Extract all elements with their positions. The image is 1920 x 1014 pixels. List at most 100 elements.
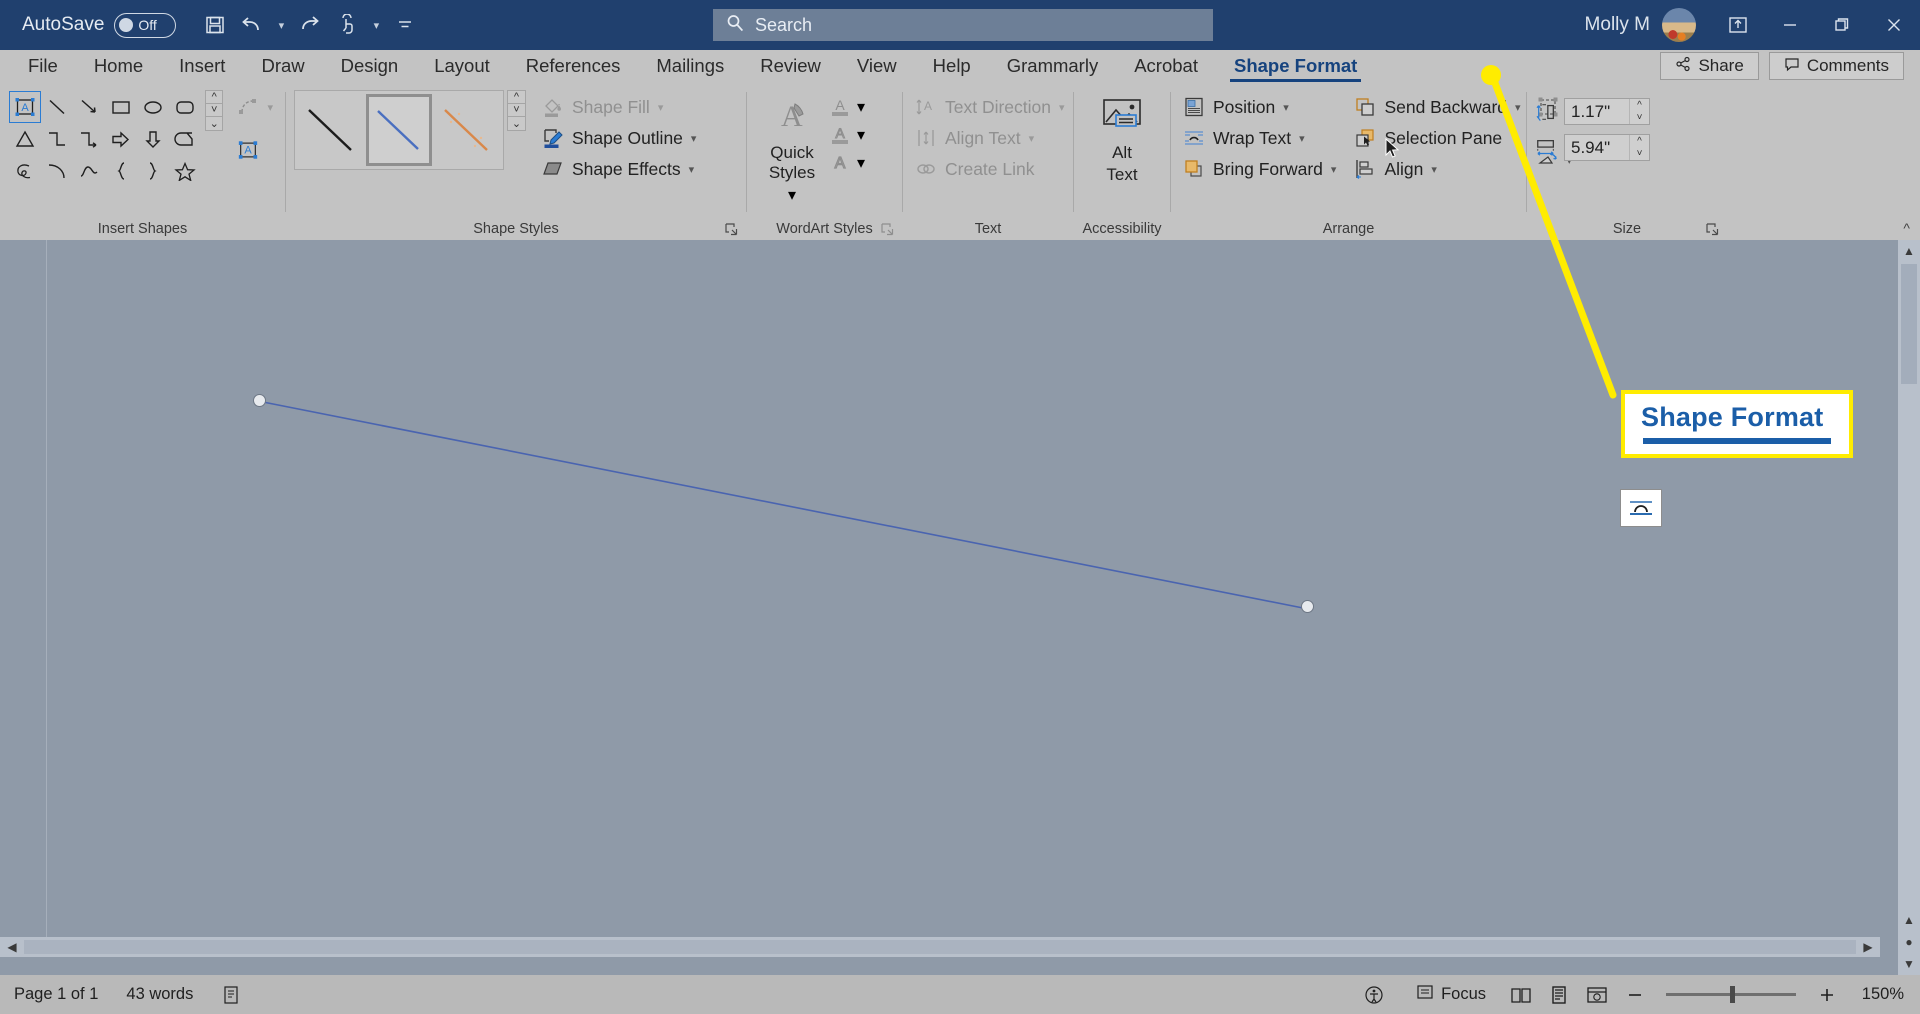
vscroll-up-icon[interactable]: ▲	[1903, 240, 1915, 262]
text-fill-button[interactable]: A ▾	[829, 96, 865, 118]
style-orange-line-preset[interactable]	[434, 94, 500, 166]
tab-draw[interactable]: Draw	[243, 50, 322, 82]
web-layout-icon[interactable]	[1580, 981, 1614, 1009]
bring-forward-caret-icon[interactable]: ▾	[1331, 163, 1337, 176]
zoom-slider-thumb[interactable]	[1730, 986, 1735, 1003]
shape-width-stepper[interactable]: ^ ˅	[1629, 135, 1649, 160]
scribble-shape-icon[interactable]	[10, 156, 40, 186]
rounded-rectangle-shape-icon[interactable]	[170, 92, 200, 122]
wrap-text-caret-icon[interactable]: ▾	[1299, 132, 1305, 145]
zoom-slider[interactable]	[1666, 986, 1796, 1003]
word-count[interactable]: 43 words	[112, 985, 207, 1004]
tab-grammarly[interactable]: Grammarly	[989, 50, 1116, 82]
text-direction-button[interactable]: A Text Direction ▾	[911, 94, 1069, 120]
tab-acrobat[interactable]: Acrobat	[1116, 50, 1216, 82]
tab-home[interactable]: Home	[76, 50, 161, 82]
shape-height-input[interactable]: 1.17" ^ ˅	[1564, 98, 1650, 125]
vscroll-next-page-icon[interactable]: ▼	[1903, 953, 1915, 975]
proofing-errors-icon[interactable]	[207, 985, 255, 1005]
tab-insert[interactable]: Insert	[161, 50, 243, 82]
redo-icon[interactable]	[293, 8, 327, 42]
quick-styles-button[interactable]: A Quick Styles ▾	[755, 90, 829, 205]
elbow-connector-shape-icon[interactable]	[42, 124, 72, 154]
draw-text-box-button[interactable]: A	[233, 137, 277, 163]
triangle-shape-icon[interactable]	[10, 124, 40, 154]
share-button[interactable]: Share	[1660, 52, 1759, 80]
focus-button[interactable]: Focus	[1402, 983, 1500, 1006]
shape-effects-button[interactable]: Shape Effects ▾	[538, 156, 700, 182]
star-shape-icon[interactable]	[170, 156, 200, 186]
page-indicator[interactable]: Page 1 of 1	[0, 985, 112, 1004]
align-text-button[interactable]: Align Text ▾	[911, 125, 1069, 151]
edit-shape-caret-icon[interactable]: ▾	[267, 101, 273, 114]
rectangle-shape-icon[interactable]	[106, 92, 136, 122]
zoom-in-button[interactable]	[1810, 981, 1844, 1009]
shapes-gallery-scroll[interactable]: ^ ˅ ⌄	[205, 90, 224, 131]
shape-outline-caret-icon[interactable]: ▾	[691, 132, 697, 145]
vertical-scrollbar[interactable]: ▲ ▲ ● ▼	[1898, 240, 1920, 975]
text-outline-button[interactable]: A ▾	[829, 124, 865, 146]
quick-styles-caret-icon[interactable]: ▾	[788, 185, 796, 205]
account-name[interactable]: Molly M	[1585, 14, 1650, 36]
zoom-level[interactable]: 150%	[1848, 985, 1904, 1004]
shape-styles-scroll[interactable]: ^ ˅ ⌄	[507, 90, 526, 131]
tab-review[interactable]: Review	[742, 50, 839, 82]
shape-height-stepper[interactable]: ^ ˅	[1629, 99, 1649, 124]
curve-shape-icon[interactable]	[74, 156, 104, 186]
wrap-text-button[interactable]: Wrap Text ▾	[1179, 125, 1340, 151]
tab-mailings[interactable]: Mailings	[638, 50, 742, 82]
tab-references[interactable]: References	[508, 50, 639, 82]
selected-line-shape[interactable]	[0, 240, 1880, 952]
edit-shape-button[interactable]: ▾	[233, 94, 277, 120]
vscroll-thumb[interactable]	[1901, 264, 1917, 384]
tab-design[interactable]: Design	[323, 50, 417, 82]
shapes-scroll-up-icon[interactable]: ^	[206, 91, 223, 104]
bring-forward-button[interactable]: Bring Forward ▾	[1179, 156, 1340, 182]
down-arrow-shape-icon[interactable]	[138, 124, 168, 154]
shape-outline-button[interactable]: Shape Outline ▾	[538, 125, 700, 151]
tab-view[interactable]: View	[839, 50, 915, 82]
touch-mode-icon[interactable]	[330, 8, 364, 42]
shapes-gallery-more-icon[interactable]: ⌄	[206, 117, 222, 130]
style-black-line-preset[interactable]	[298, 94, 364, 166]
shapes-gallery[interactable]: A	[8, 90, 202, 188]
restore-icon[interactable]	[1816, 0, 1868, 50]
shape-width-input[interactable]: 5.94" ^ ˅	[1564, 134, 1650, 161]
print-layout-icon[interactable]	[1542, 981, 1576, 1009]
text-effects-caret-icon[interactable]: ▾	[857, 153, 865, 173]
tab-help[interactable]: Help	[915, 50, 989, 82]
elbow-arrow-connector-shape-icon[interactable]	[74, 124, 104, 154]
shape-handle-end[interactable]	[1301, 600, 1314, 613]
shape-width-up-icon[interactable]: ^	[1630, 135, 1649, 148]
text-outline-caret-icon[interactable]: ▾	[857, 125, 865, 145]
styles-scroll-up-icon[interactable]: ^	[508, 91, 525, 104]
undo-dropdown-icon[interactable]: ▾	[272, 8, 290, 42]
shape-styles-dialog-launcher[interactable]	[724, 222, 740, 238]
right-brace-shape-icon[interactable]	[138, 156, 168, 186]
styles-scroll-down-icon[interactable]: ˅	[508, 104, 525, 117]
minimize-icon[interactable]	[1764, 0, 1816, 50]
wordart-styles-dialog-launcher[interactable]	[880, 222, 896, 238]
read-mode-icon[interactable]	[1504, 981, 1538, 1009]
selection-pane-button[interactable]: Selection Pane	[1350, 125, 1524, 151]
shape-height-up-icon[interactable]: ^	[1630, 99, 1649, 112]
collapse-ribbon-icon[interactable]: ^	[1903, 220, 1910, 236]
tab-file[interactable]: File	[10, 50, 76, 82]
alt-text-button[interactable]: Alt Text	[1085, 90, 1159, 185]
right-arrow-shape-icon[interactable]	[106, 124, 136, 154]
text-direction-caret-icon[interactable]: ▾	[1059, 101, 1065, 114]
hscroll-right-icon[interactable]: ▶	[1856, 940, 1880, 954]
flowchart-delay-shape-icon[interactable]	[170, 124, 200, 154]
position-button[interactable]: Position ▾	[1179, 94, 1340, 120]
shape-styles-gallery[interactable]	[294, 90, 504, 170]
text-box-shape-icon[interactable]: A	[9, 91, 41, 123]
create-link-button[interactable]: Create Link	[911, 156, 1069, 182]
zoom-out-button[interactable]	[1618, 981, 1652, 1009]
tab-shape-format[interactable]: Shape Format	[1216, 50, 1375, 82]
shape-effects-caret-icon[interactable]: ▾	[689, 163, 695, 176]
line-arrow-shape-icon[interactable]	[74, 92, 104, 122]
autosave-toggle[interactable]: Off	[114, 12, 177, 38]
horizontal-scrollbar[interactable]: ◀ ▶	[0, 937, 1880, 957]
avatar[interactable]	[1662, 8, 1696, 42]
line-shape-icon[interactable]	[42, 92, 72, 122]
